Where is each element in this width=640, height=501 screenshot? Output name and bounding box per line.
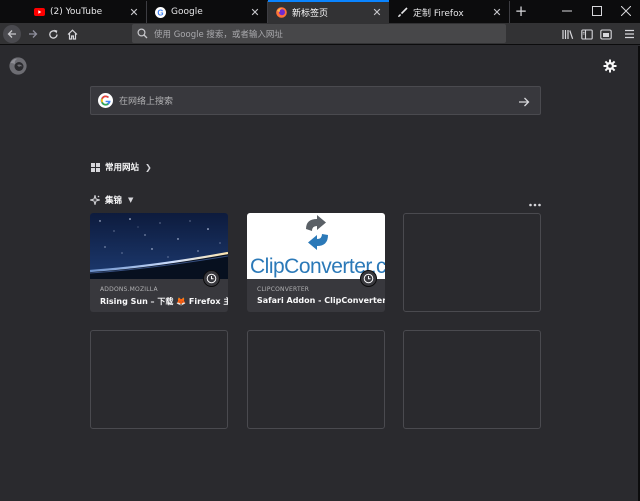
sidebar-button[interactable] (578, 25, 596, 43)
url-bar[interactable]: 使用 Google 搜索，或者输入网址 (132, 24, 506, 43)
library-icon (562, 29, 574, 39)
home-button[interactable] (63, 25, 81, 43)
empty-highlight-slot (90, 330, 228, 429)
empty-highlight-slot (247, 330, 385, 429)
reader-view-button[interactable] (597, 25, 615, 43)
close-tab-icon[interactable]: ✕ (371, 6, 383, 19)
new-tab-page: 在网络上搜索 常用网站 ❯ 集锦 ▼ ADDONS.MOZILLA Rising… (0, 46, 640, 501)
forward-arrow-icon (29, 30, 38, 38)
close-tab-icon[interactable]: ✕ (249, 6, 261, 19)
tab-new-tab[interactable]: 新标签页 ✕ (268, 0, 389, 23)
forward-button[interactable] (24, 25, 42, 43)
clipconverter-logo-icon (306, 215, 328, 250)
search-submit-arrow-icon[interactable] (517, 94, 531, 108)
tab-customize-firefox[interactable]: 定制 Firefox ✕ (389, 1, 510, 23)
tab-label: Google (171, 7, 203, 17)
reload-icon (48, 29, 58, 39)
google-icon: G (155, 6, 166, 18)
topsites-heading[interactable]: 常用网站 ❯ (90, 161, 152, 173)
gear-icon[interactable] (603, 58, 617, 73)
new-tab-button[interactable]: + (512, 2, 530, 20)
firefox-logo-icon (8, 56, 28, 76)
tab-youtube[interactable]: (2) YouTube ✕ (26, 1, 147, 23)
sparkle-icon (90, 195, 100, 205)
highlights-heading-label: 集锦 (105, 196, 123, 206)
tab-strip: (2) YouTube ✕ G Google ✕ 新标签页 ✕ 定制 Firef… (0, 0, 640, 23)
highlights-heading[interactable]: 集锦 ▼ (90, 194, 133, 206)
screenshot-icon (600, 28, 612, 40)
history-clock-icon (360, 270, 377, 287)
maximize-button[interactable] (582, 0, 612, 22)
back-arrow-icon (7, 30, 16, 38)
search-icon (137, 28, 148, 39)
back-button[interactable] (3, 25, 21, 43)
card-title: Rising Sun – 下载 🦊 Firefox 主题... (100, 297, 228, 306)
tab-google[interactable]: G Google ✕ (147, 1, 268, 23)
web-search-box[interactable]: 在网络上搜索 (90, 86, 541, 115)
home-icon (67, 28, 77, 40)
close-tab-icon[interactable]: ✕ (491, 6, 503, 19)
firefox-icon (276, 7, 287, 18)
card-source: CLIPCONVERTER (257, 286, 310, 293)
rising-sun-theme-thumbnail (90, 213, 228, 279)
url-bar-placeholder: 使用 Google 搜索，或者输入网址 (154, 29, 283, 40)
navigation-toolbar: 使用 Google 搜索，或者输入网址 (0, 23, 640, 45)
clipconverter-thumbnail: ClipConverter.cc (247, 213, 385, 279)
sidebar-icon (581, 28, 593, 40)
google-icon (98, 93, 113, 108)
menu-button[interactable] (620, 25, 638, 43)
brush-icon (397, 6, 408, 18)
grid-icon (90, 162, 100, 172)
card-source: ADDONS.MOZILLA (100, 286, 158, 293)
highlight-card[interactable]: ClipConverter.cc CLIPCONVERTER Safari Ad… (247, 213, 385, 312)
tab-label: 定制 Firefox (413, 8, 464, 19)
empty-highlight-slot (403, 213, 541, 312)
more-options-icon[interactable] (528, 194, 542, 207)
history-clock-icon (203, 270, 220, 287)
chevron-down-icon: ▼ (128, 196, 134, 204)
highlight-card[interactable]: ADDONS.MOZILLA Rising Sun – 下载 🦊 Firefox… (90, 213, 228, 312)
topsites-heading-label: 常用网站 (105, 163, 140, 173)
hamburger-menu-icon (624, 29, 634, 39)
card-title: Safari Addon - ClipConverter.cc (257, 296, 385, 305)
tab-label: 新标签页 (292, 9, 329, 19)
minimize-button[interactable] (552, 0, 582, 22)
library-button[interactable] (559, 25, 577, 43)
youtube-icon (34, 7, 45, 18)
close-window-button[interactable] (611, 0, 640, 22)
svg-text:G: G (157, 8, 163, 17)
chevron-right-icon: ❯ (145, 162, 152, 172)
reload-button[interactable] (44, 25, 62, 43)
search-placeholder: 在网络上搜索 (119, 97, 174, 107)
empty-highlight-slot (403, 330, 541, 429)
close-tab-icon[interactable]: ✕ (128, 6, 140, 19)
tab-label: (2) YouTube (50, 7, 103, 17)
